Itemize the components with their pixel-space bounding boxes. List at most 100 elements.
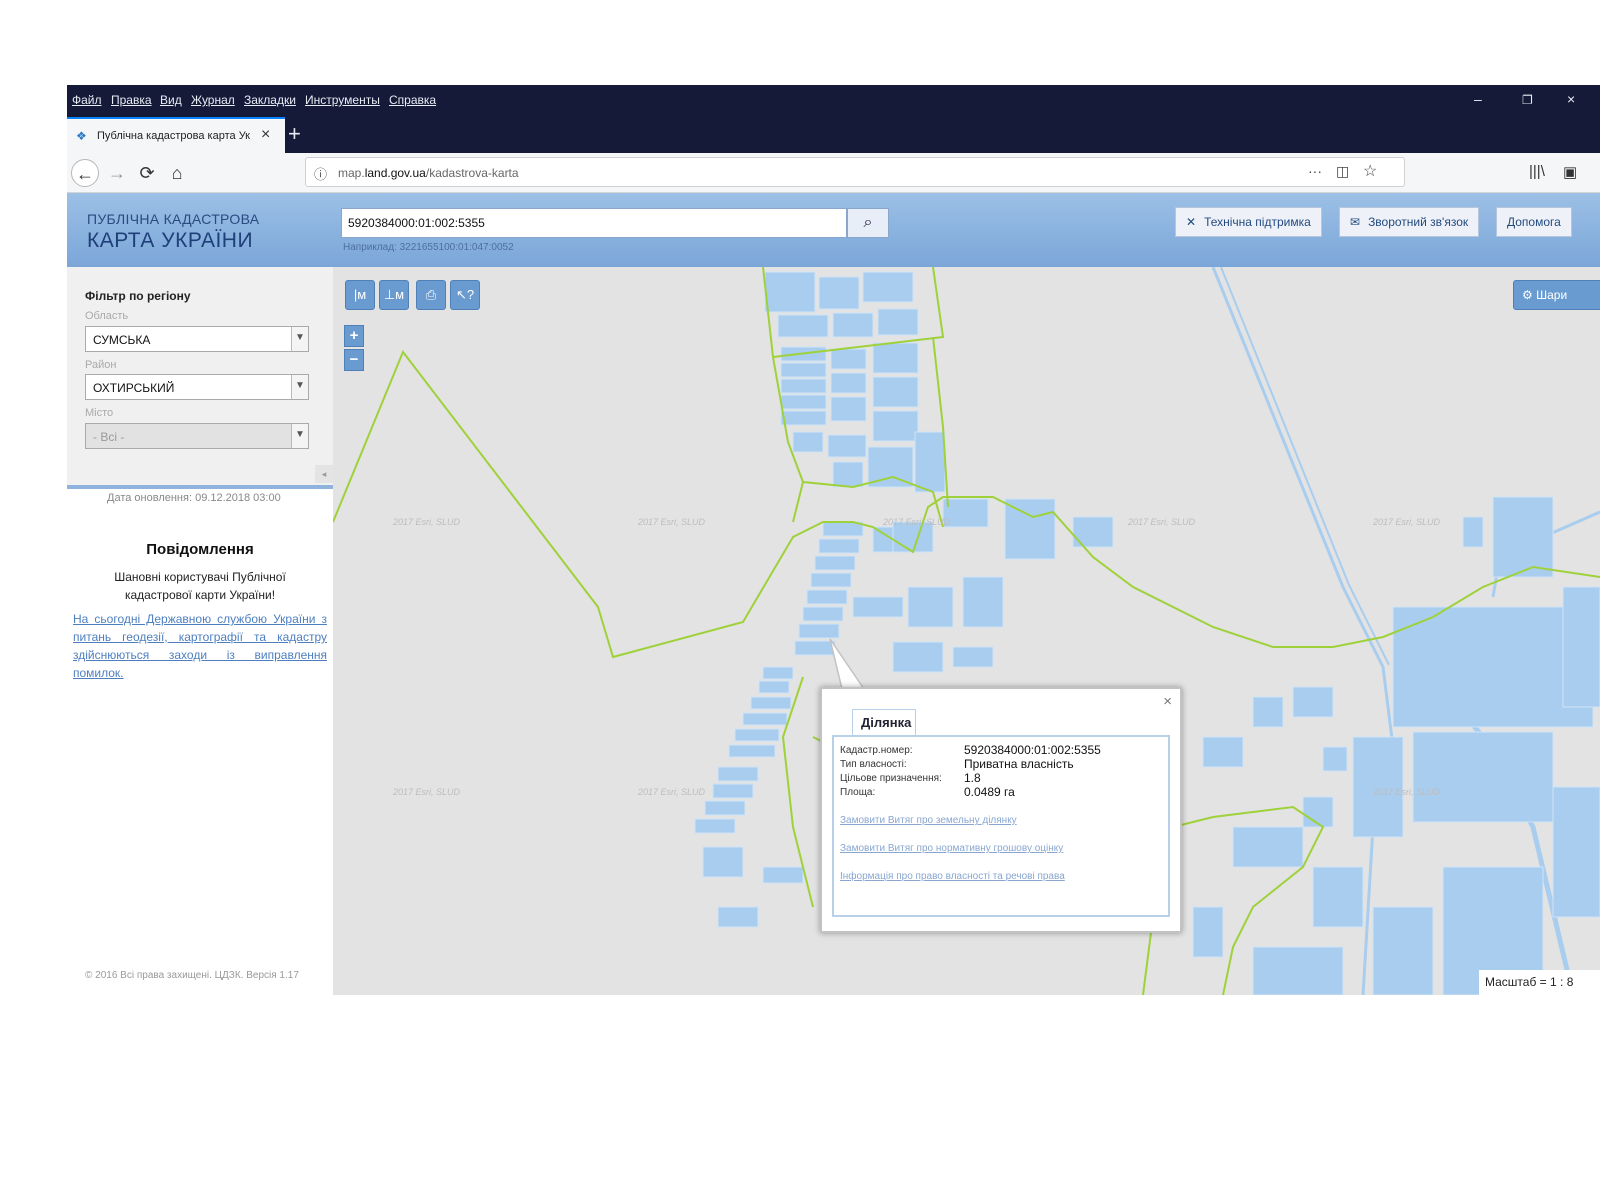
region-filter: Фільтр по регіону Область СУМСЬКА ▼ Район… [67, 267, 333, 489]
close-icon[interactable]: × [1163, 693, 1172, 710]
site-header: ПУБЛІЧНА КАДАСТРОВА КАРТА УКРАЇНИ 592038… [67, 193, 1600, 267]
area-value: 0.0489 га [964, 785, 1015, 799]
navigation-bar: ← → ⟳ ⌂ ⓘ map.land.gov.ua/kadastrova-kar… [67, 153, 1600, 193]
home-button[interactable]: ⌂ [163, 159, 191, 187]
raion-select[interactable]: ОХТИРСЬКИЙ ▼ [85, 374, 309, 400]
map-watermark: 2017 Esri, SLUD [883, 517, 951, 527]
cadastral-search-input[interactable]: 5920384000:01:002:5355 [341, 208, 847, 238]
collapse-sidebar-button[interactable]: ◂ [315, 465, 333, 483]
copyright: © 2016 Всі права захищені. ЦДЗК. Версія … [85, 970, 299, 981]
order-valuation-link[interactable]: Замовити Витяг про нормативну грошову оц… [840, 843, 1063, 854]
search-button[interactable]: ⌕ [847, 208, 889, 238]
menu-file[interactable]: Файл [72, 93, 102, 107]
tab-bar: ❖ Публічна кадастрова карта Ук × + [67, 115, 1600, 153]
road-line [1211, 267, 1395, 995]
logo-line-1[interactable]: ПУБЛІЧНА КАДАСТРОВА [87, 211, 259, 227]
help-button[interactable]: Допомога [1496, 207, 1572, 237]
news-link[interactable]: На сьогодні Державною службою України з … [73, 610, 327, 682]
map-watermark: 2017 Esri, SLUD [393, 787, 461, 797]
misto-label: Місто [85, 407, 114, 419]
favicon-icon: ❖ [76, 129, 87, 143]
search-example: Наприклад: 3221655100:01:047:0052 [343, 242, 514, 253]
chevron-down-icon: ▼ [291, 375, 308, 399]
page-actions-icon[interactable]: ··· [1308, 163, 1322, 179]
ownership-type-value: Приватна власність [964, 757, 1074, 771]
reload-button[interactable]: ⟳ [133, 159, 161, 187]
menu-bookmarks[interactable]: Закладки [244, 93, 296, 107]
zoom-in-button[interactable]: + [344, 325, 364, 347]
popup-pointer [829, 638, 866, 690]
ownership-info-link[interactable]: Інформація про право власності та речові… [840, 871, 1065, 882]
browser-window: Файл Правка Вид Журнал Закладки Инструме… [67, 85, 1600, 1015]
map-canvas[interactable]: 2017 Esri, SLUD 2017 Esri, SLUD 2017 Esr… [333, 267, 1600, 995]
map-watermark: 2017 Esri, SLUD [638, 787, 706, 797]
feedback-label: Зворотний зв'язок [1368, 215, 1469, 229]
raion-label: Район [85, 359, 117, 371]
map-scale: Масштаб = 1 : 8 [1479, 970, 1600, 995]
rail-line [1220, 267, 1390, 666]
menu-tools[interactable]: Инструменты [305, 93, 380, 107]
area-label: Площа: [840, 787, 876, 798]
oblast-value: СУМСЬКА [93, 333, 151, 347]
filter-title: Фільтр по регіону [85, 289, 191, 303]
search-icon: ⌕ [863, 214, 873, 231]
identify-tool[interactable]: ↖? [450, 280, 480, 310]
parcels-east [1192, 496, 1600, 995]
sidebar: Фільтр по регіону Область СУМСЬКА ▼ Район… [67, 267, 333, 1015]
new-tab-button[interactable]: + [288, 121, 301, 147]
mail-icon: ✉ [1350, 215, 1361, 229]
tech-support-button[interactable]: ✕ Технічна підтримка [1175, 207, 1322, 237]
library-icon[interactable]: |||\ [1529, 163, 1545, 180]
chevron-down-icon: ▼ [291, 424, 308, 448]
news-title: Повідомлення [146, 541, 254, 558]
measure-area-tool[interactable]: ⊥м [379, 280, 409, 310]
map-watermark: 2017 Esri, SLUD [1373, 787, 1441, 797]
help-label: Допомога [1507, 215, 1561, 229]
raion-value: ОХТИРСЬКИЙ [93, 381, 175, 395]
measure-distance-tool[interactable]: |м [345, 280, 375, 310]
restore-button[interactable]: ❐ [1522, 93, 1533, 107]
menu-edit[interactable]: Правка [111, 93, 152, 107]
browser-tab-active[interactable]: ❖ Публічна кадастрова карта Ук × [67, 117, 285, 153]
tools-icon: ✕ [1186, 215, 1197, 229]
menu-view[interactable]: Вид [160, 93, 182, 107]
map-watermark: 2017 Esri, SLUD [1128, 517, 1196, 527]
misto-value: - Всі - [93, 430, 125, 444]
address-bar[interactable]: ⓘ map.land.gov.ua/kadastrova-karta ··· ◫… [305, 157, 1405, 187]
print-tool[interactable]: ⎙ [416, 280, 446, 310]
popup-tab-parcel[interactable]: Ділянка [852, 709, 916, 735]
map-watermark: 2017 Esri, SLUD [393, 517, 461, 527]
cadastral-number-value: 5920384000:01:002:5355 [964, 743, 1101, 757]
url-text: map.land.gov.ua/kadastrova-karta [338, 166, 519, 180]
sidebar-toggle-icon[interactable]: ▣ [1563, 163, 1577, 181]
menu-history[interactable]: Журнал [191, 93, 235, 107]
minimize-button[interactable]: – [1474, 91, 1482, 107]
back-button[interactable]: ← [71, 159, 99, 187]
chevron-down-icon: ▼ [291, 327, 308, 351]
menu-help[interactable]: Справка [389, 93, 436, 107]
close-window-button[interactable]: × [1567, 91, 1575, 107]
ownership-type-label: Тип власності: [840, 759, 907, 770]
parcel-popup: × Ділянка Кадастр.номер: 5920384000:01:0… [820, 687, 1182, 933]
forward-button[interactable]: → [103, 159, 131, 187]
layers-button[interactable]: ⚙ Шари [1513, 280, 1600, 310]
order-extract-link[interactable]: Замовити Витяг про земельну ділянку [840, 815, 1017, 826]
bookmark-star-icon[interactable]: ☆ [1363, 161, 1377, 181]
pocket-icon[interactable]: ◫ [1336, 163, 1349, 180]
misto-select[interactable]: - Всі - ▼ [85, 423, 309, 449]
zoom-out-button[interactable]: − [344, 349, 364, 371]
oblast-select[interactable]: СУМСЬКА ▼ [85, 326, 309, 352]
menu-bar: Файл Правка Вид Журнал Закладки Инструме… [67, 85, 1600, 115]
map-watermark: 2017 Esri, SLUD [1373, 517, 1441, 527]
tech-support-label: Технічна підтримка [1204, 215, 1311, 229]
oblast-label: Область [85, 310, 129, 322]
purpose-value: 1.8 [964, 771, 981, 785]
tab-title: Публічна кадастрова карта Ук [97, 130, 250, 142]
feedback-button[interactable]: ✉ Зворотний зв'язок [1339, 207, 1480, 237]
news-text: Шановні користувачі Публічної кадастрово… [114, 570, 286, 602]
info-icon[interactable]: ⓘ [314, 164, 327, 183]
map-watermark: 2017 Esri, SLUD [638, 517, 706, 527]
logo-line-2[interactable]: КАРТА УКРАЇНИ [87, 229, 253, 253]
tab-close-icon[interactable]: × [261, 126, 270, 144]
update-date: Дата оновлення: 09.12.2018 03:00 [107, 492, 281, 504]
